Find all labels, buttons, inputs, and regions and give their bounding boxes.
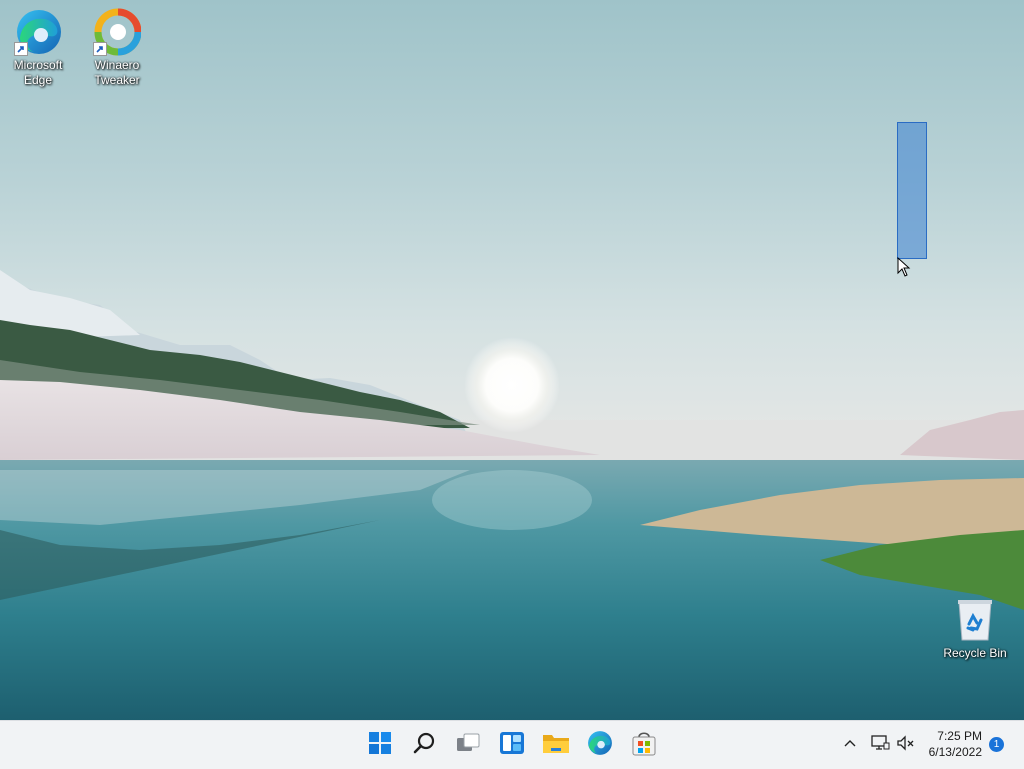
widgets-icon	[499, 731, 525, 760]
search-icon	[412, 731, 436, 760]
windows-start-icon	[368, 731, 392, 760]
desktop-icon-label: Microsoft Edge	[13, 58, 63, 87]
file-explorer-button[interactable]	[540, 729, 572, 761]
desktop-icon-winaero-tweaker[interactable]: Winaero Tweaker	[79, 8, 155, 88]
network-icon	[870, 734, 890, 757]
shortcut-arrow-icon	[93, 42, 107, 56]
desktop-icon-label: Winaero Tweaker	[94, 58, 140, 87]
shortcut-arrow-icon	[14, 42, 28, 56]
selection-rectangle	[897, 122, 927, 259]
notification-center-badge[interactable]: 1	[989, 737, 1004, 752]
chevron-up-icon	[842, 735, 858, 756]
file-explorer-icon	[542, 731, 570, 760]
store-icon	[631, 730, 657, 761]
mouse-pointer-icon	[897, 256, 911, 282]
desktop-icon-recycle-bin[interactable]: Recycle Bin	[937, 596, 1013, 661]
start-button[interactable]	[364, 729, 396, 761]
edge-taskbar-button[interactable]	[584, 729, 616, 761]
edge-icon	[587, 730, 613, 761]
winaero-tweaker-icon	[93, 8, 142, 56]
recycle-bin-icon	[951, 596, 999, 644]
clock-time: 7:25 PM	[937, 729, 982, 743]
desktop-wallpaper[interactable]	[0, 0, 1024, 720]
edge-icon	[14, 8, 62, 56]
store-button[interactable]	[628, 729, 660, 761]
desktop-icon-microsoft-edge[interactable]: Microsoft Edge	[0, 8, 76, 88]
desktop-icon-label: Recycle Bin	[943, 646, 1007, 660]
clock-button[interactable]: 7:25 PM 6/13/2022	[912, 728, 982, 760]
clock-date: 6/13/2022	[928, 745, 982, 759]
taskbar: 7:25 PM 6/13/2022	[0, 720, 1024, 769]
widgets-button[interactable]	[496, 729, 528, 761]
network-tray-button[interactable]	[870, 721, 890, 769]
task-view-icon	[455, 731, 481, 760]
show-hidden-icons-button[interactable]	[842, 721, 858, 769]
search-button[interactable]	[408, 729, 440, 761]
task-view-button[interactable]	[452, 729, 484, 761]
